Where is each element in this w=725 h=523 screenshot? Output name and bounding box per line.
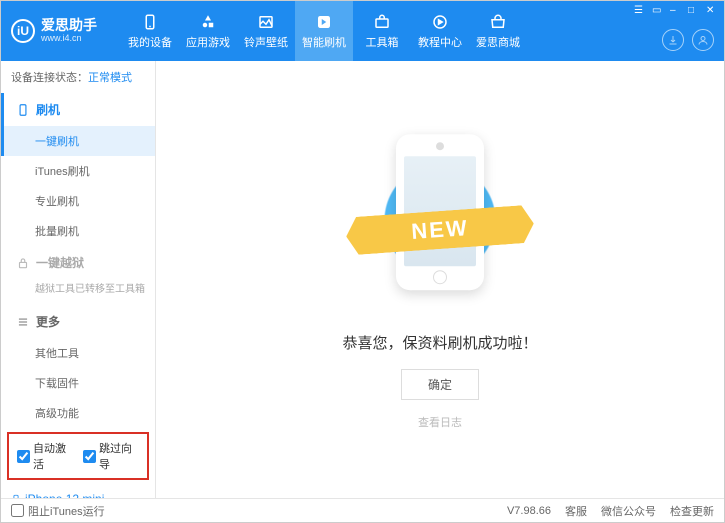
ok-button[interactable]: 确定: [401, 369, 479, 400]
app-title: 爱思助手: [41, 18, 97, 33]
wechat-link[interactable]: 微信公众号: [601, 503, 656, 519]
sidebar: 设备连接状态：正常模式 刷机 一键刷机 iTunes刷机 专业刷机 批量刷机 一…: [1, 61, 156, 498]
apps-icon: [199, 13, 217, 31]
main-content: NEW 恭喜您，保资料刷机成功啦！ 确定 查看日志: [156, 61, 724, 498]
skin-icon[interactable]: ▭: [652, 5, 664, 17]
section-label: 更多: [36, 313, 60, 330]
options-highlight: 自动激活 跳过向导: [7, 432, 149, 480]
device-info[interactable]: iPhone 12 mini 64GB Down-12mini-13,1: [1, 486, 155, 498]
nav-my-device[interactable]: 我的设备: [121, 1, 179, 61]
menu-icon: [16, 315, 30, 329]
sidebar-item-advanced[interactable]: 高级功能: [1, 398, 155, 428]
section-flash[interactable]: 刷机: [1, 93, 155, 126]
connection-status: 设备连接状态：正常模式: [1, 61, 155, 93]
sidebar-item-batch[interactable]: 批量刷机: [1, 216, 155, 246]
sidebar-item-other[interactable]: 其他工具: [1, 338, 155, 368]
section-label: 刷机: [36, 101, 60, 118]
nav-label: 我的设备: [128, 34, 172, 50]
logo-icon: iU: [11, 19, 35, 43]
version-text: V7.98.66: [507, 505, 551, 517]
maximize-icon[interactable]: □: [688, 5, 700, 17]
download-button[interactable]: [662, 29, 684, 51]
toolbox-icon: [373, 13, 391, 31]
nav-label: 教程中心: [418, 34, 462, 50]
close-icon[interactable]: ✕: [706, 5, 718, 17]
nav-toolbox[interactable]: 工具箱: [353, 1, 411, 61]
app-header: iU 爱思助手 www.i4.cn 我的设备 应用游戏 铃声壁纸 智能刷机 工具…: [1, 1, 724, 61]
minimize-icon[interactable]: –: [670, 5, 682, 17]
skip-guide-checkbox[interactable]: 跳过向导: [83, 440, 139, 472]
flash-icon: [315, 13, 333, 31]
sidebar-item-pro[interactable]: 专业刷机: [1, 186, 155, 216]
menu-icon[interactable]: ☰: [634, 5, 646, 17]
main-nav: 我的设备 应用游戏 铃声壁纸 智能刷机 工具箱 教程中心 爱思商城: [121, 1, 527, 61]
nav-flash[interactable]: 智能刷机: [295, 1, 353, 61]
section-jailbreak: 一键越狱: [1, 246, 155, 279]
jailbreak-note: 越狱工具已转移至工具箱: [1, 279, 155, 305]
block-itunes-checkbox[interactable]: 阻止iTunes运行: [11, 503, 105, 519]
nav-label: 工具箱: [366, 34, 399, 50]
section-label: 一键越狱: [36, 254, 84, 271]
nav-label: 智能刷机: [302, 34, 346, 50]
lock-icon: [16, 256, 30, 270]
tutorial-icon: [431, 13, 449, 31]
phone-icon: [141, 13, 159, 31]
auto-activate-checkbox[interactable]: 自动激活: [17, 440, 73, 472]
nav-label: 铃声壁纸: [244, 34, 288, 50]
logo: iU 爱思助手 www.i4.cn: [1, 18, 121, 43]
footer: 阻止iTunes运行 V7.98.66 客服 微信公众号 检查更新: [1, 498, 724, 522]
nav-apps[interactable]: 应用游戏: [179, 1, 237, 61]
window-controls: ☰ ▭ – □ ✕: [634, 5, 718, 17]
nav-label: 爱思商城: [476, 34, 520, 50]
phone-icon: [11, 492, 21, 498]
nav-label: 应用游戏: [186, 34, 230, 50]
sidebar-item-firmware[interactable]: 下载固件: [1, 368, 155, 398]
sidebar-item-itunes[interactable]: iTunes刷机: [1, 156, 155, 186]
nav-tutorial[interactable]: 教程中心: [411, 1, 469, 61]
user-button[interactable]: [692, 29, 714, 51]
view-log-link[interactable]: 查看日志: [418, 414, 462, 430]
app-url: www.i4.cn: [41, 34, 97, 44]
section-more[interactable]: 更多: [1, 305, 155, 338]
wallpaper-icon: [257, 13, 275, 31]
phone-icon: [16, 103, 30, 117]
store-icon: [489, 13, 507, 31]
success-illustration: NEW: [370, 130, 510, 310]
sidebar-item-oneclick[interactable]: 一键刷机: [1, 126, 155, 156]
nav-store[interactable]: 爱思商城: [469, 1, 527, 61]
nav-ringtone[interactable]: 铃声壁纸: [237, 1, 295, 61]
device-name-text: iPhone 12 mini: [25, 492, 104, 498]
update-link[interactable]: 检查更新: [670, 503, 714, 519]
support-link[interactable]: 客服: [565, 503, 587, 519]
